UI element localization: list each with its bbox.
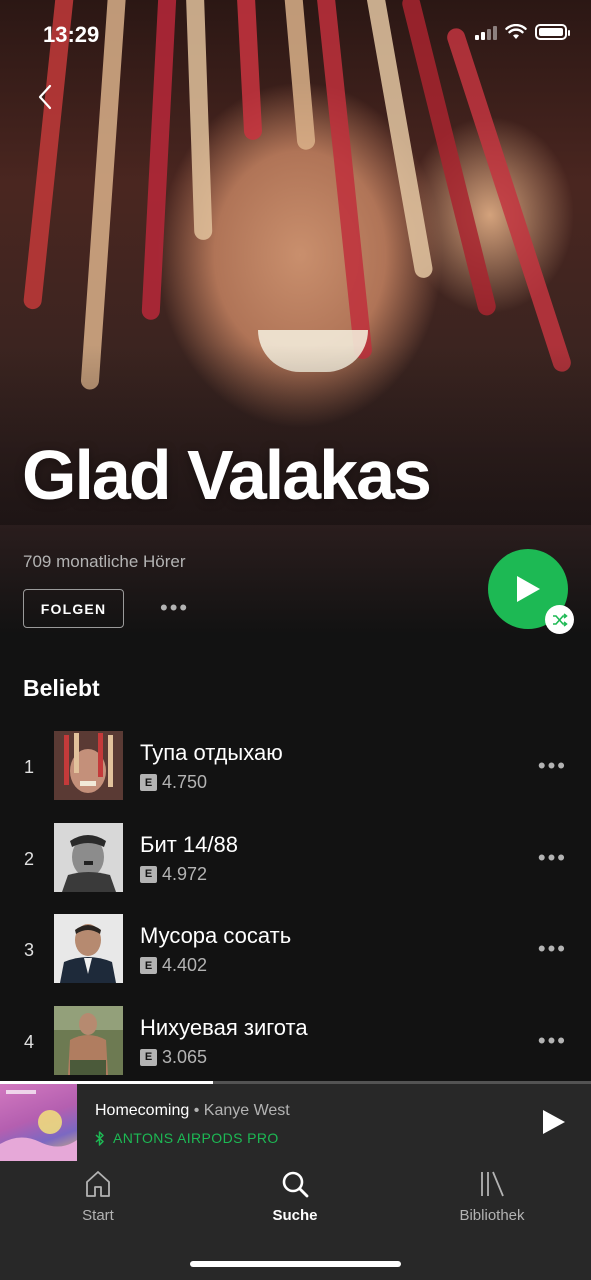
status-icons bbox=[475, 24, 570, 40]
tab-search[interactable]: Suche bbox=[235, 1169, 355, 1224]
track-cover bbox=[54, 822, 123, 892]
explicit-badge: E bbox=[140, 774, 157, 791]
track-plays: 4.972 bbox=[162, 863, 208, 884]
now-playing-artist: Kanye West bbox=[203, 1102, 290, 1119]
popular-section-title: Beliebt bbox=[23, 675, 100, 701]
track-number: 4 bbox=[23, 1031, 34, 1052]
track-cover bbox=[54, 914, 123, 983]
tab-label: Start bbox=[82, 1207, 114, 1224]
tab-label: Bibliothek bbox=[459, 1207, 525, 1224]
track-plays: 4.750 bbox=[162, 772, 208, 792]
search-icon bbox=[282, 1171, 309, 1198]
back-button[interactable] bbox=[28, 80, 62, 114]
explicit-badge: E bbox=[140, 1048, 157, 1066]
explicit-badge: E bbox=[140, 865, 157, 883]
track-number: 2 bbox=[23, 848, 34, 869]
now-playing-song: Homecoming bbox=[95, 1102, 190, 1119]
status-time: 13:29 bbox=[43, 22, 100, 47]
track-row[interactable]: 2 Бит 14/88 E 4.972 ••• bbox=[0, 822, 591, 915]
track-more-icon[interactable]: ••• bbox=[538, 755, 567, 777]
battery-icon bbox=[535, 24, 570, 40]
play-icon bbox=[517, 576, 540, 602]
track-more-icon[interactable]: ••• bbox=[538, 1029, 567, 1052]
track-cover bbox=[54, 731, 123, 800]
popular-track-list: 1 Тупа отдыхаю E 4.750 ••• 2 Бит 14/88 E… bbox=[0, 731, 591, 1097]
connected-device[interactable]: ANTONS AIRPODS PRO bbox=[95, 1130, 279, 1146]
bluetooth-icon bbox=[95, 1130, 104, 1146]
track-meta: E 4.972 bbox=[140, 864, 207, 885]
track-number: 3 bbox=[23, 940, 34, 960]
track-meta: E 4.402 bbox=[140, 955, 207, 976]
track-meta: E 4.750 bbox=[140, 772, 207, 793]
cellular-signal-icon bbox=[475, 24, 497, 40]
shuffle-button[interactable] bbox=[545, 605, 574, 634]
tab-start[interactable]: Start bbox=[38, 1169, 158, 1224]
track-plays: 3.065 bbox=[162, 1046, 208, 1067]
follow-button[interactable]: FOLGEN bbox=[23, 589, 124, 628]
shuffle-icon bbox=[552, 612, 568, 627]
track-title: Тупа отдыхаю bbox=[140, 740, 283, 765]
track-more-icon[interactable]: ••• bbox=[538, 938, 567, 960]
track-cover bbox=[54, 1005, 123, 1075]
track-row[interactable]: 3 Мусора сосать E 4.402 ••• bbox=[0, 914, 591, 1006]
explicit-badge: E bbox=[140, 957, 157, 974]
more-options-icon[interactable]: ••• bbox=[160, 597, 189, 619]
mini-player[interactable]: Homecoming • Kanye West ANTONS AIRPODS P… bbox=[0, 1081, 591, 1161]
track-number: 1 bbox=[23, 757, 34, 777]
home-icon bbox=[86, 1171, 110, 1197]
artist-info: 709 monatliche Hörer FOLGEN ••• bbox=[0, 525, 591, 635]
track-plays: 4.402 bbox=[162, 955, 208, 975]
chevron-left-icon bbox=[38, 84, 52, 110]
tab-library[interactable]: Bibliothek bbox=[432, 1169, 552, 1224]
track-more-icon[interactable]: ••• bbox=[538, 846, 567, 869]
device-name: ANTONS AIRPODS PRO bbox=[113, 1130, 279, 1146]
now-playing-info: Homecoming • Kanye West bbox=[95, 1102, 290, 1120]
wifi-icon bbox=[505, 24, 527, 39]
track-title: Бит 14/88 bbox=[140, 831, 238, 857]
monthly-listeners: 709 monatliche Hörer bbox=[23, 552, 186, 571]
track-title: Мусора сосать bbox=[140, 923, 292, 948]
track-meta: E 3.065 bbox=[140, 1047, 207, 1068]
now-playing-separator: • bbox=[189, 1102, 204, 1119]
track-row[interactable]: 1 Тупа отдыхаю E 4.750 ••• bbox=[0, 731, 591, 823]
mini-play-button[interactable] bbox=[541, 1108, 567, 1136]
home-indicator bbox=[190, 1261, 401, 1267]
track-title: Нихуевая зигота bbox=[140, 1014, 308, 1040]
now-playing-cover bbox=[0, 1084, 77, 1161]
library-icon bbox=[481, 1171, 504, 1197]
artist-name: Glad Valakas bbox=[22, 436, 432, 514]
tab-label: Suche bbox=[272, 1207, 318, 1224]
playback-progress bbox=[0, 1081, 591, 1084]
